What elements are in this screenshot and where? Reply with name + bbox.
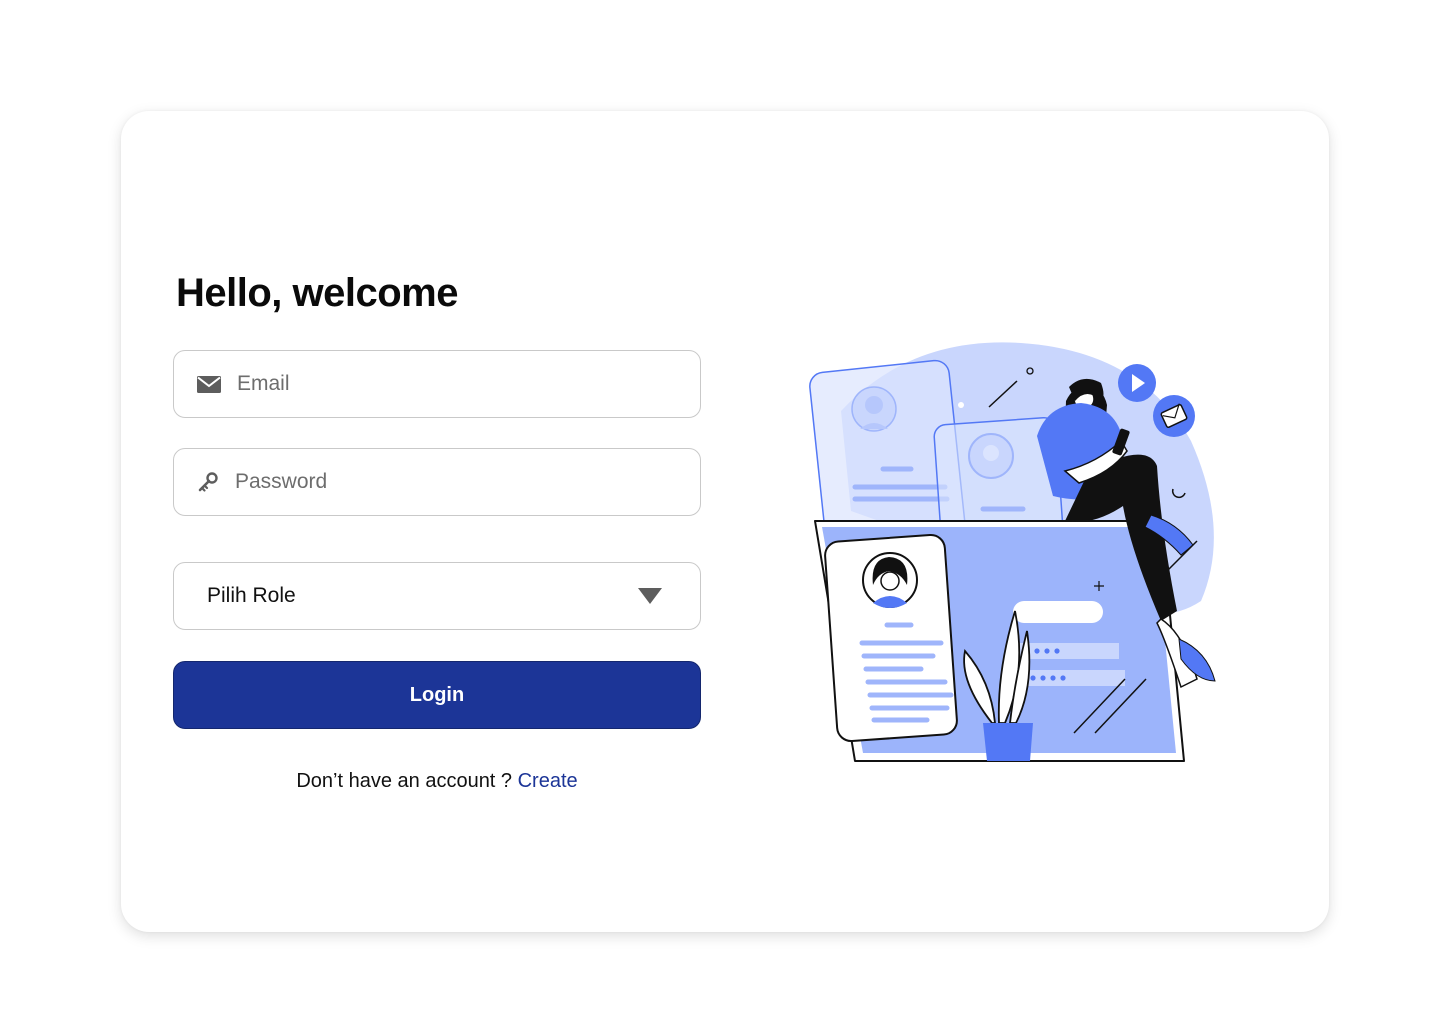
mail-icon xyxy=(197,375,221,393)
role-select-value: Pilih Role xyxy=(207,584,296,607)
email-field[interactable] xyxy=(173,350,701,418)
caret-down-icon xyxy=(638,587,662,605)
email-input[interactable] xyxy=(235,371,639,397)
role-select[interactable]: Pilih Role xyxy=(173,562,701,630)
signup-prompt: Don’t have an account ? Create xyxy=(173,770,701,793)
login-button[interactable]: Login xyxy=(173,661,701,729)
password-input[interactable] xyxy=(233,469,637,495)
page-title: Hello, welcome xyxy=(176,271,458,315)
create-account-link[interactable]: Create xyxy=(518,770,578,792)
key-icon xyxy=(197,471,219,493)
login-card: Hello, welcome Pilih Role Login Don’t ha… xyxy=(121,111,1329,932)
signup-prompt-text: Don’t have an account ? xyxy=(296,770,513,792)
login-illustration xyxy=(809,342,1216,762)
password-field[interactable] xyxy=(173,448,701,516)
